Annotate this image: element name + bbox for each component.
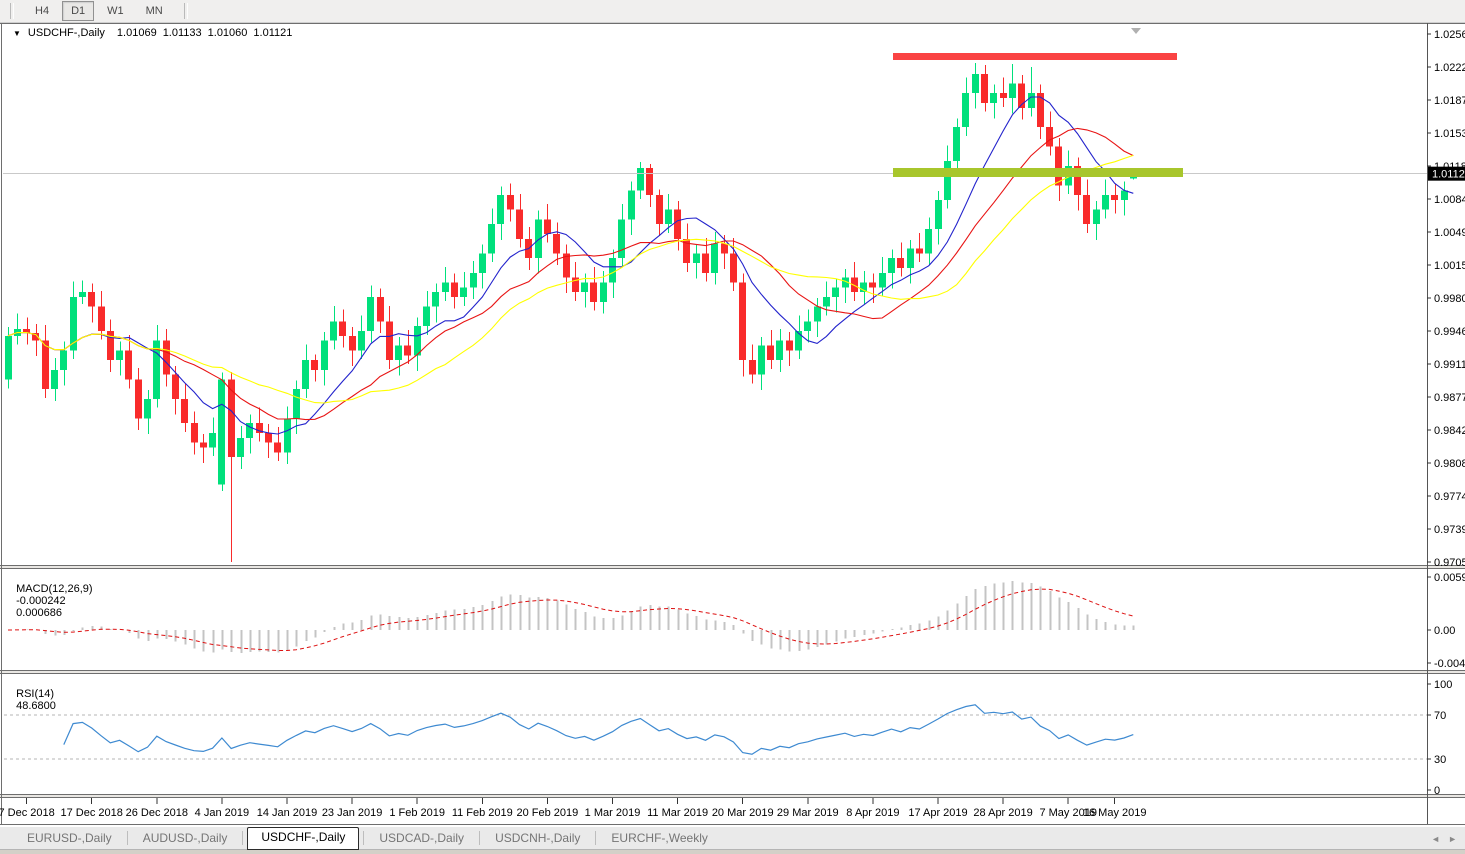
chart-tabs: EURUSD-,Daily AUDUSD-,Daily USDCHF-,Daily U… <box>14 826 721 850</box>
timeframe-button-mn[interactable]: MN <box>137 1 172 21</box>
tab-separator <box>479 831 481 845</box>
svg-text:0.97050: 0.97050 <box>1434 557 1465 569</box>
chart-symbol-period: USDCHF-,Daily <box>27 27 105 39</box>
svg-text:-0.004243: -0.004243 <box>1434 658 1465 670</box>
svg-text:1.02220: 1.02220 <box>1434 62 1465 74</box>
chart-tab-bar: EURUSD-,Daily AUDUSD-,Daily USDCHF-,Daily U… <box>0 826 1465 850</box>
svg-text:28 Apr 2019: 28 Apr 2019 <box>973 807 1032 819</box>
svg-text:11 Feb 2019: 11 Feb 2019 <box>452 807 513 819</box>
svg-text:20 Mar 2019: 20 Mar 2019 <box>712 807 774 819</box>
svg-text:8 Apr 2019: 8 Apr 2019 <box>846 807 899 819</box>
tab-usdchf-daily[interactable]: USDCHF-,Daily <box>247 826 360 850</box>
svg-text:17 Apr 2019: 17 Apr 2019 <box>908 807 967 819</box>
tab-audusd-daily[interactable]: AUDUSD-,Daily <box>130 828 241 848</box>
ohlc-close: 1.01121 <box>253 27 293 39</box>
svg-text:1.01870: 1.01870 <box>1434 95 1465 107</box>
macd-name: MACD(12,26,9) <box>16 583 93 595</box>
chart-title-overlay: ▼ USDCHF-,Daily 1.01069 1.01133 1.01060 … <box>13 27 298 39</box>
timeframe-button-w1[interactable]: W1 <box>98 1 133 21</box>
chart-dropdown-icon[interactable]: ▼ <box>13 29 21 38</box>
svg-text:29 Mar 2019: 29 Mar 2019 <box>777 807 839 819</box>
tab-separator <box>363 831 365 845</box>
svg-text:0.98080: 0.98080 <box>1434 458 1465 470</box>
svg-text:30: 30 <box>1434 754 1446 766</box>
support-line[interactable] <box>893 168 1183 177</box>
tab-separator <box>242 831 244 845</box>
tab-usdcnh-daily[interactable]: USDCNH-,Daily <box>482 828 593 848</box>
svg-text:1 Mar 2019: 1 Mar 2019 <box>585 807 641 819</box>
timeframe-button-d1[interactable]: D1 <box>62 1 95 21</box>
toolbar-separator <box>10 3 14 19</box>
rsi-value: 48.6800 <box>16 700 56 712</box>
svg-text:17 Dec 2018: 17 Dec 2018 <box>61 807 123 819</box>
svg-text:1.02560: 1.02560 <box>1434 29 1465 41</box>
tabs-scroll-right-icon[interactable]: ► <box>1448 834 1457 844</box>
svg-text:20 Feb 2019: 20 Feb 2019 <box>517 807 579 819</box>
rsi-indicator-label: RSI(14) 48.6800 <box>10 676 60 712</box>
rsi-name: RSI(14) <box>16 688 55 700</box>
svg-text:1.01530: 1.01530 <box>1434 128 1465 140</box>
svg-text:11 Mar 2019: 11 Mar 2019 <box>647 807 708 819</box>
svg-text:0.97390: 0.97390 <box>1434 524 1465 536</box>
svg-text:100: 100 <box>1434 679 1452 691</box>
ohlc-high: 1.01133 <box>162 27 202 39</box>
macd-signal-value: 0.000686 <box>16 607 63 619</box>
timeframe-button-h4[interactable]: H4 <box>26 1 58 21</box>
toolbar-separator <box>183 3 188 19</box>
price-chart[interactable]: 1.025601.022201.018701.015301.011801.008… <box>0 22 1465 826</box>
timeframe-toolbar: H4 D1 W1 MN <box>0 0 1465 23</box>
svg-text:0.99460: 0.99460 <box>1434 326 1465 338</box>
tab-eurusd-daily[interactable]: EURUSD-,Daily <box>14 828 125 848</box>
macd-value: -0.000242 <box>16 595 66 607</box>
svg-text:7 Dec 2018: 7 Dec 2018 <box>0 807 55 819</box>
svg-text:0.97740: 0.97740 <box>1434 491 1465 503</box>
svg-text:0.00597: 0.00597 <box>1434 572 1465 584</box>
svg-text:1 Feb 2019: 1 Feb 2019 <box>389 807 445 819</box>
svg-text:0.99800: 0.99800 <box>1434 293 1465 305</box>
tabs-scroll-left-icon[interactable]: ◄ <box>1431 834 1440 844</box>
current-price-value: 1.01121 <box>1432 169 1465 181</box>
svg-text:1.00840: 1.00840 <box>1434 194 1465 206</box>
timeframe-buttons: H4 D1 W1 MN <box>24 1 174 21</box>
svg-text:26 Dec 2018: 26 Dec 2018 <box>126 807 188 819</box>
svg-text:16 May 2019: 16 May 2019 <box>1083 807 1147 819</box>
svg-text:0.98420: 0.98420 <box>1434 425 1465 437</box>
tab-scroll-arrows: ◄ ► <box>1423 827 1457 851</box>
resistance-line[interactable] <box>893 53 1177 60</box>
svg-text:1.00150: 1.00150 <box>1434 260 1465 272</box>
tab-separator <box>595 831 597 845</box>
svg-text:70: 70 <box>1434 710 1446 722</box>
svg-text:0.00: 0.00 <box>1434 625 1455 637</box>
ohlc-low: 1.01060 <box>207 27 248 39</box>
svg-text:23 Jan 2019: 23 Jan 2019 <box>322 807 383 819</box>
macd-indicator-label: MACD(12,26,9) -0.000242 0.000686 <box>10 571 97 619</box>
svg-text:0.98770: 0.98770 <box>1434 392 1465 404</box>
svg-text:14 Jan 2019: 14 Jan 2019 <box>257 807 318 819</box>
tab-eurchf-weekly[interactable]: EURCHF-,Weekly <box>598 828 720 848</box>
svg-text:0: 0 <box>1434 785 1440 797</box>
ohlc-open: 1.01069 <box>116 27 157 39</box>
tab-usdcad-daily[interactable]: USDCAD-,Daily <box>366 828 477 848</box>
svg-text:1.00490: 1.00490 <box>1434 227 1465 239</box>
svg-text:4 Jan 2019: 4 Jan 2019 <box>195 807 249 819</box>
tab-separator <box>126 831 128 845</box>
svg-text:0.99110: 0.99110 <box>1434 359 1465 371</box>
